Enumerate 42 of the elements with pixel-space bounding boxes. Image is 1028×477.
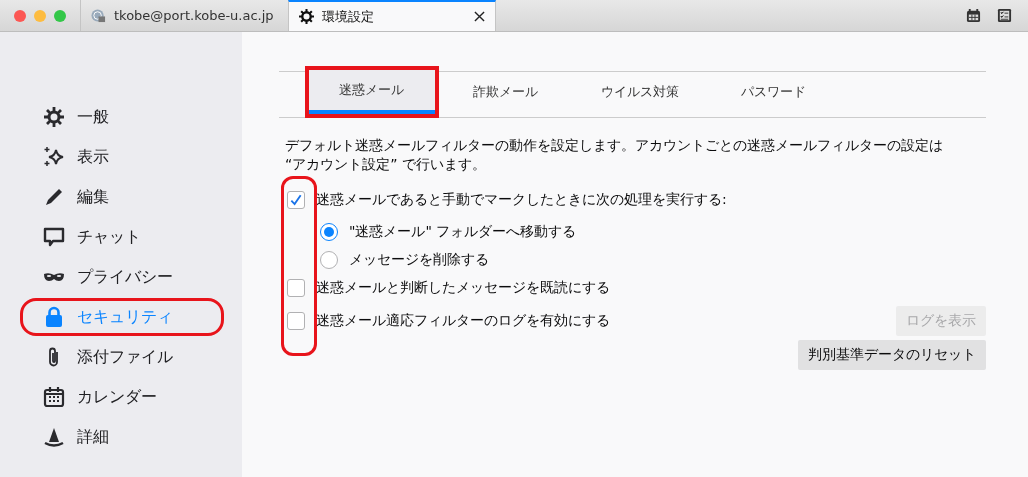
sidebar-item[interactable]: プライバシー: [23, 261, 221, 293]
sidebar-item[interactable]: 表示: [23, 141, 221, 173]
sidebar-item[interactable]: カレンダー: [23, 381, 221, 413]
checkbox[interactable]: [287, 311, 305, 330]
tab-title: 環境設定: [322, 7, 374, 26]
gear-icon: [299, 9, 314, 24]
minimize-window-button[interactable]: [34, 9, 46, 22]
sidebar-item[interactable]: 編集: [23, 181, 221, 213]
chat-icon: [43, 226, 65, 248]
lock-icon: [43, 306, 65, 328]
close-window-button[interactable]: [14, 9, 26, 22]
close-icon[interactable]: [474, 11, 485, 22]
checkbox-label: 迷惑メールであると手動でマークしたときに次の処理を実行する:: [316, 190, 727, 209]
tab-title: tkobe@port.kobe-u.ac.jp: [114, 8, 274, 23]
sidebar-item[interactable]: チャット: [23, 221, 221, 253]
sparkle-icon: [43, 146, 65, 168]
calendar-icon[interactable]: [966, 8, 981, 23]
description-text: デフォルト迷惑メールフィルターの動作を設定します。アカウントごとの迷惑メールフィルターの設定は “アカウント設定” で行います。: [285, 136, 944, 174]
task-list-icon[interactable]: [997, 8, 1012, 23]
sidebar-item[interactable]: 添付ファイル: [23, 341, 221, 373]
radio-button[interactable]: [320, 250, 338, 269]
reset-button[interactable]: 判別基準データのリセット: [798, 339, 986, 370]
tab[interactable]: パスワード: [710, 70, 837, 114]
tab[interactable]: ウイルス対策: [576, 70, 703, 114]
mail-account-icon: [91, 8, 106, 23]
radio-label: "迷惑メール" フォルダーへ移動する: [349, 222, 577, 241]
radio-label: メッセージを削除する: [349, 250, 489, 269]
pencil-icon: [43, 186, 65, 208]
radio-button[interactable]: [320, 222, 338, 241]
checkbox-label: 迷惑メール適応フィルターのログを有効にする: [316, 311, 610, 330]
gear-icon: [43, 106, 65, 128]
window-tab[interactable]: 環境設定: [288, 0, 496, 31]
checkbox[interactable]: [287, 278, 305, 297]
tab[interactable]: 詐欺メール: [442, 70, 569, 114]
tab[interactable]: 迷惑メール: [308, 70, 435, 114]
sidebar-item[interactable]: 詳細: [23, 421, 221, 453]
calendar-icon: [43, 386, 65, 408]
checkbox[interactable]: [287, 190, 305, 209]
checkbox-label: 迷惑メールと判断したメッセージを既読にする: [316, 278, 610, 297]
zoom-window-button[interactable]: [54, 9, 66, 22]
sidebar-item[interactable]: 一般: [23, 101, 221, 133]
wizard-icon: [43, 426, 65, 448]
